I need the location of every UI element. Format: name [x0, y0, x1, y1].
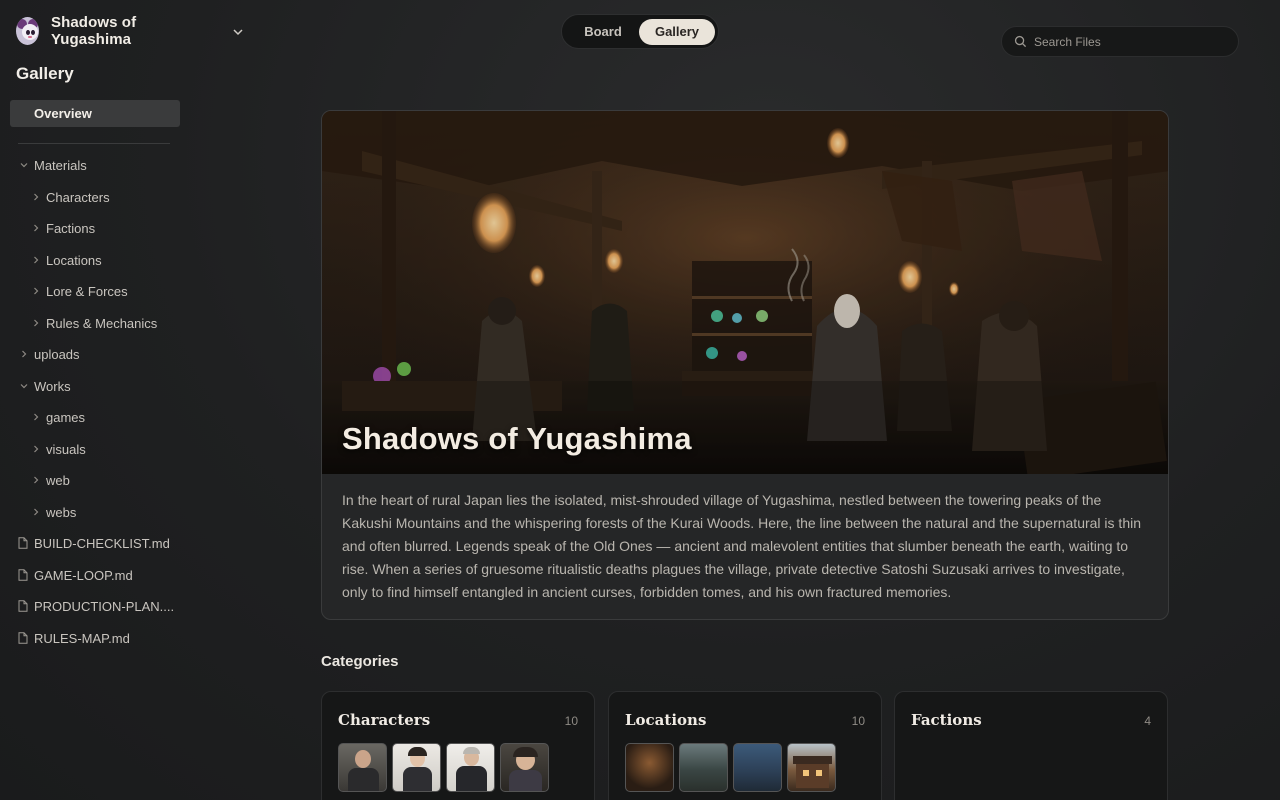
chevron-right-icon[interactable]	[30, 317, 42, 329]
tab-gallery[interactable]: Gallery	[639, 19, 715, 45]
sidebar-folder-item[interactable]: Materials	[18, 154, 87, 176]
category-name: Factions	[911, 711, 982, 729]
hero-title: Shadows of Yugashima	[342, 421, 692, 456]
search-bar[interactable]	[1001, 26, 1239, 57]
tree-item-label: web	[46, 472, 70, 488]
tree-item-label: Factions	[46, 220, 96, 236]
categories-heading: Categories	[321, 653, 399, 670]
search-icon	[1014, 35, 1027, 48]
hero-description: In the heart of rural Japan lies the iso…	[342, 492, 1141, 600]
tree-item-label: PRODUCTION-PLAN....	[34, 598, 175, 614]
sidebar-folder-item[interactable]: games	[30, 406, 85, 428]
tree-item-label: Works	[34, 378, 71, 394]
sidebar-file-item[interactable]: BUILD-CHECKLIST.md	[18, 532, 170, 554]
tree-item-label: Locations	[46, 252, 102, 268]
character-thumbnail[interactable]	[338, 743, 387, 792]
category-card-characters[interactable]: Characters 10	[321, 691, 595, 800]
file-icon	[18, 569, 28, 581]
view-toggle: Board Gallery	[561, 14, 719, 49]
tree-item-label: BUILD-CHECKLIST.md	[34, 535, 170, 551]
sidebar-folder-item[interactable]: Lore & Forces	[30, 280, 128, 302]
character-thumbnail[interactable]	[392, 743, 441, 792]
file-icon	[18, 632, 28, 644]
category-count: 10	[851, 714, 865, 728]
chevron-right-icon[interactable]	[30, 285, 42, 297]
location-thumbnail[interactable]	[733, 743, 782, 792]
category-card-factions[interactable]: Factions 4	[894, 691, 1168, 800]
tree-item-label: visuals	[46, 441, 86, 457]
sidebar-divider	[18, 143, 170, 144]
location-thumbnail[interactable]	[787, 743, 836, 792]
sidebar-title: Gallery	[16, 64, 74, 83]
character-thumbnail[interactable]	[446, 743, 495, 792]
sidebar-folder-item[interactable]: Works	[18, 375, 71, 397]
tree-item-label: Materials	[34, 157, 87, 173]
tab-board[interactable]: Board	[567, 19, 639, 45]
tree-item-label: uploads	[34, 346, 80, 362]
sidebar-folder-item[interactable]: webs	[30, 501, 76, 523]
sidebar-folder-item[interactable]: Locations	[30, 249, 102, 271]
sidebar-file-item[interactable]: GAME-LOOP.md	[18, 564, 133, 586]
tree-item-label: RULES-MAP.md	[34, 630, 130, 646]
chevron-right-icon[interactable]	[18, 348, 30, 360]
chevron-right-icon[interactable]	[30, 222, 42, 234]
sidebar: Shadows of Yugashima Gallery Overview Ma…	[0, 0, 243, 800]
hero-card[interactable]: Shadows of Yugashima In the heart of rur…	[321, 110, 1169, 620]
sidebar-item-overview[interactable]: Overview	[10, 100, 180, 127]
category-card-locations[interactable]: Locations 10	[608, 691, 882, 800]
sidebar-folder-item[interactable]: Factions	[30, 217, 95, 239]
tree-item-label: Lore & Forces	[46, 283, 128, 299]
chevron-down-icon[interactable]	[18, 159, 30, 171]
chevron-right-icon[interactable]	[30, 411, 42, 423]
sidebar-folder-item[interactable]: Rules & Mechanics	[30, 312, 157, 334]
sidebar-folder-item[interactable]: web	[30, 469, 70, 491]
chevron-down-icon[interactable]	[18, 380, 30, 392]
search-input[interactable]	[1034, 34, 1224, 49]
sidebar-file-item[interactable]: PRODUCTION-PLAN....	[18, 595, 174, 617]
sidebar-folder-item[interactable]: uploads	[18, 343, 80, 365]
sidebar-folder-item[interactable]: visuals	[30, 438, 86, 460]
chevron-down-icon[interactable]	[232, 26, 244, 38]
project-name: Shadows of Yugashima	[51, 14, 137, 48]
location-thumbnail[interactable]	[679, 743, 728, 792]
chevron-right-icon[interactable]	[30, 474, 42, 486]
category-name: Locations	[625, 711, 707, 729]
hero-image: Shadows of Yugashima	[322, 111, 1168, 474]
project-logo-icon	[16, 17, 39, 45]
location-thumbnail[interactable]	[625, 743, 674, 792]
chevron-right-icon[interactable]	[30, 254, 42, 266]
category-name: Characters	[338, 711, 431, 729]
tree-item-label: Rules & Mechanics	[46, 315, 158, 331]
character-thumbnail[interactable]	[500, 743, 549, 792]
tree-item-label: webs	[46, 504, 77, 520]
tree-item-label: Characters	[46, 189, 110, 205]
category-count: 4	[1144, 714, 1151, 728]
chevron-right-icon[interactable]	[30, 191, 42, 203]
project-switcher[interactable]: Shadows of Yugashima	[16, 14, 190, 48]
category-count: 10	[564, 714, 578, 728]
file-icon	[18, 537, 28, 549]
chevron-right-icon[interactable]	[30, 506, 42, 518]
tree-item-label: GAME-LOOP.md	[34, 567, 133, 583]
sidebar-folder-item[interactable]: Characters	[30, 186, 110, 208]
chevron-right-icon[interactable]	[30, 443, 42, 455]
tree-item-label: games	[46, 409, 86, 425]
sidebar-file-item[interactable]: RULES-MAP.md	[18, 627, 130, 649]
file-icon	[18, 600, 28, 612]
